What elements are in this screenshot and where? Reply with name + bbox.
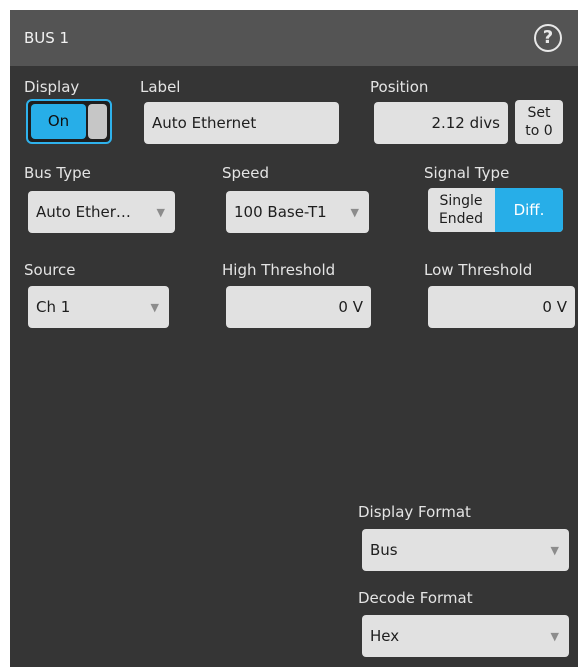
source-dropdown[interactable]: Ch 1 ▼ xyxy=(28,286,169,328)
bus-config-panel: BUS 1 ? Display Label Position On Auto E… xyxy=(10,10,578,667)
label-input-value: Auto Ethernet xyxy=(152,114,257,132)
signal-type-label: Signal Type xyxy=(424,164,510,182)
display-format-label: Display Format xyxy=(358,503,471,521)
speed-dropdown[interactable]: 100 Base-T1 ▼ xyxy=(226,191,369,233)
decode-format-dropdown[interactable]: Hex ▼ xyxy=(362,615,569,657)
set-to-zero-line1: Set xyxy=(527,105,551,121)
high-threshold-value: 0 V xyxy=(338,298,363,316)
signal-type-diff-button[interactable]: Diff. xyxy=(495,188,563,232)
decode-format-label: Decode Format xyxy=(358,589,473,607)
signal-type-single-ended-button[interactable]: Single Ended xyxy=(428,188,494,232)
toggle-on-state: On xyxy=(31,104,86,139)
panel-header: BUS 1 ? xyxy=(10,10,578,66)
single-ended-line1: Single xyxy=(439,193,483,209)
chevron-down-icon: ▼ xyxy=(156,206,165,220)
display-format-value: Bus xyxy=(370,541,398,559)
chevron-down-icon: ▼ xyxy=(550,630,559,644)
position-label: Position xyxy=(370,78,429,96)
toggle-knob xyxy=(88,104,107,139)
chevron-down-icon: ▼ xyxy=(350,206,359,220)
low-threshold-value: 0 V xyxy=(542,298,567,316)
source-value: Ch 1 xyxy=(36,298,71,316)
chevron-down-icon: ▼ xyxy=(550,544,559,558)
set-to-zero-line2: to 0 xyxy=(525,123,553,139)
panel-title: BUS 1 xyxy=(24,29,70,47)
position-input-value: 2.12 divs xyxy=(431,114,500,132)
bus-type-dropdown[interactable]: Auto Ether… ▼ xyxy=(28,191,175,233)
high-threshold-input[interactable]: 0 V xyxy=(226,286,371,328)
display-format-dropdown[interactable]: Bus ▼ xyxy=(362,529,569,571)
display-toggle[interactable]: On xyxy=(26,99,112,144)
set-to-zero-button[interactable]: Set to 0 xyxy=(515,100,563,144)
bus-type-label: Bus Type xyxy=(24,164,91,182)
signal-type-selector: Single Ended Diff. xyxy=(428,188,563,232)
position-input[interactable]: 2.12 divs xyxy=(374,102,508,144)
chevron-down-icon: ▼ xyxy=(150,301,159,315)
display-label: Display xyxy=(24,78,80,96)
low-threshold-input[interactable]: 0 V xyxy=(428,286,575,328)
single-ended-line2: Ended xyxy=(438,211,484,227)
label-field-label: Label xyxy=(140,78,181,96)
label-input[interactable]: Auto Ethernet xyxy=(144,102,339,144)
source-label: Source xyxy=(24,261,76,279)
help-icon[interactable]: ? xyxy=(534,24,562,52)
decode-format-value: Hex xyxy=(370,627,400,645)
high-threshold-label: High Threshold xyxy=(222,261,336,279)
low-threshold-label: Low Threshold xyxy=(424,261,533,279)
bus-type-value: Auto Ether… xyxy=(36,203,131,221)
speed-label: Speed xyxy=(222,164,270,182)
speed-value: 100 Base-T1 xyxy=(234,203,327,221)
